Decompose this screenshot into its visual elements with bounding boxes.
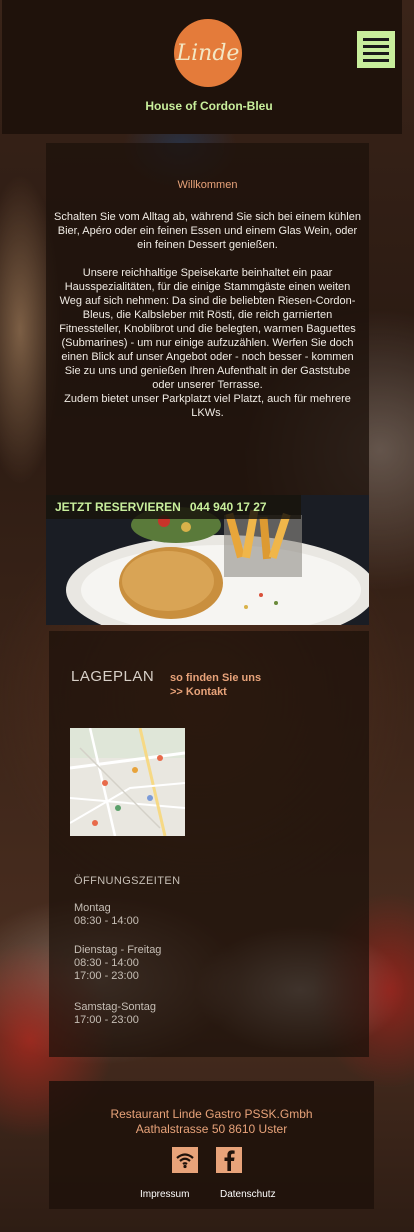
welcome-title: Willkommen: [177, 179, 238, 191]
menu-bar-icon: [363, 37, 389, 41]
opening-hours-title: ÖFFNUNGSZEITEN: [74, 875, 181, 887]
reserve-label: JETZT RESERVIEREN: [55, 500, 181, 514]
hours-time: 08:30 - 14:00: [74, 957, 139, 969]
logo-text: Linde: [176, 40, 240, 66]
hours-time: 17:00 - 23:00: [74, 1014, 139, 1026]
map-graphic: [70, 728, 185, 836]
hours-days: Samstag-Sontag: [74, 1001, 156, 1013]
reserve-phone[interactable]: 044 940 17 27: [190, 500, 267, 514]
menu-bar-icon: [363, 44, 389, 48]
welcome-paragraph-2: Unsere reichhaltige Speisekarte beinhalt…: [54, 266, 361, 420]
hours-group-weekdays: Dienstag - Freitag 08:30 - 14:00 17:00 -…: [74, 944, 161, 983]
hours-group-weekend: Samstag-Sontag 17:00 - 23:00: [74, 1001, 156, 1027]
location-section: LAGEPLAN so finden Sie uns >> Kontakt ÖF…: [49, 631, 369, 1057]
hours-group-monday: Montag 08:30 - 14:00: [74, 902, 139, 928]
site-header: Linde House of Cordon-Bleu: [2, 0, 402, 134]
tagline: House of Cordon-Bleu: [145, 99, 273, 113]
hours-time: 08:30 - 14:00: [74, 915, 139, 927]
linde-logo[interactable]: Linde: [174, 19, 242, 87]
menu-bar-icon: [363, 58, 389, 62]
contact-link[interactable]: so finden Sie uns >> Kontakt: [170, 671, 261, 699]
welcome-section: Willkommen Schalten Sie vom Alltag ab, w…: [46, 143, 369, 495]
facebook-icon[interactable]: [216, 1147, 242, 1173]
hours-days: Montag: [74, 902, 111, 914]
wifi-icon[interactable]: [172, 1147, 198, 1173]
location-title: LAGEPLAN: [71, 668, 155, 685]
welcome-paragraph-2-text: Unsere reichhaltige Speisekarte beinhalt…: [59, 267, 356, 391]
hours-days: Dienstag - Freitag: [74, 944, 162, 956]
reserve-button[interactable]: JETZT RESERVIEREN 044 940 17 27: [46, 495, 301, 519]
address: Restaurant Linde Gastro PSSK.Gmbh Aathal…: [49, 1107, 374, 1137]
contact-link-line-2: >> Kontakt: [170, 686, 227, 698]
map-thumbnail[interactable]: [70, 728, 185, 836]
welcome-paragraph-1: Schalten Sie vom Alltag ab, während Sie …: [54, 211, 361, 251]
hamburger-menu-button[interactable]: [357, 31, 395, 68]
hours-time: 17:00 - 23:00: [74, 970, 139, 982]
site-footer: Restaurant Linde Gastro PSSK.Gmbh Aathal…: [49, 1081, 374, 1209]
contact-link-line-1: so finden Sie uns: [170, 672, 262, 684]
address-line-1: Restaurant Linde Gastro PSSK.Gmbh: [110, 1107, 313, 1121]
datenschutz-link[interactable]: Datenschutz: [220, 1189, 276, 1200]
facebook-glyph: [224, 1150, 235, 1171]
menu-bar-icon: [363, 51, 389, 55]
address-line-2: Aathalstrasse 50 8610 Uster: [135, 1122, 288, 1136]
impressum-link[interactable]: Impressum: [140, 1189, 189, 1200]
welcome-paragraph-3-text: Zudem bietet unser Parkplatzt viel Platz…: [64, 393, 351, 419]
wifi-glyph: [176, 1153, 194, 1169]
promo-banner: JETZT RESERVIEREN 044 940 17 27: [46, 495, 369, 625]
